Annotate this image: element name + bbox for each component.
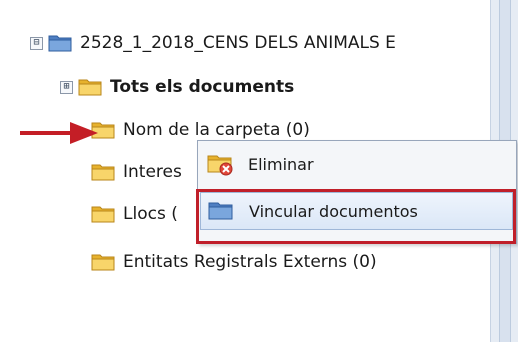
folder-icon	[91, 162, 115, 182]
collapse-icon[interactable]: ⊟	[30, 36, 43, 50]
expand-icon[interactable]: ⊞	[60, 80, 73, 94]
tree-node-entitats-label: Entitats Registrals Externs (0)	[123, 252, 377, 272]
tree-node-llocs-label: Llocs (	[123, 204, 178, 224]
menu-item-eliminar-label: Eliminar	[248, 154, 314, 174]
folder-icon	[78, 77, 102, 97]
folder-icon	[91, 252, 115, 272]
tree-node-interes[interactable]: Interes	[91, 157, 182, 187]
red-arrow-icon	[20, 120, 100, 146]
menu-item-eliminar[interactable]: Eliminar	[200, 145, 513, 183]
context-menu: Eliminar Vincular documentos	[197, 140, 517, 244]
menu-item-vincular-documentos-label: Vincular documentos	[249, 201, 418, 221]
tree-node-llocs[interactable]: Llocs (	[91, 199, 178, 229]
tree-node-entitats[interactable]: Entitats Registrals Externs (0)	[91, 247, 377, 277]
folder-link-icon	[207, 199, 235, 223]
tree-node-root-label: 2528_1_2018_CENS DELS ANIMALS E	[80, 33, 396, 53]
folder-open-blue-icon	[48, 33, 72, 53]
tree-node-root[interactable]: ⊟ 2528_1_2018_CENS DELS ANIMALS E	[30, 28, 396, 58]
folder-delete-icon	[206, 152, 234, 176]
tree-node-all-documents[interactable]: ⊞ Tots els documents	[60, 72, 294, 102]
tree-node-all-documents-label: Tots els documents	[110, 77, 295, 97]
folder-icon	[91, 204, 115, 224]
tree-node-interes-label: Interes	[123, 162, 182, 182]
menu-item-vincular-documentos[interactable]: Vincular documentos	[200, 192, 513, 230]
